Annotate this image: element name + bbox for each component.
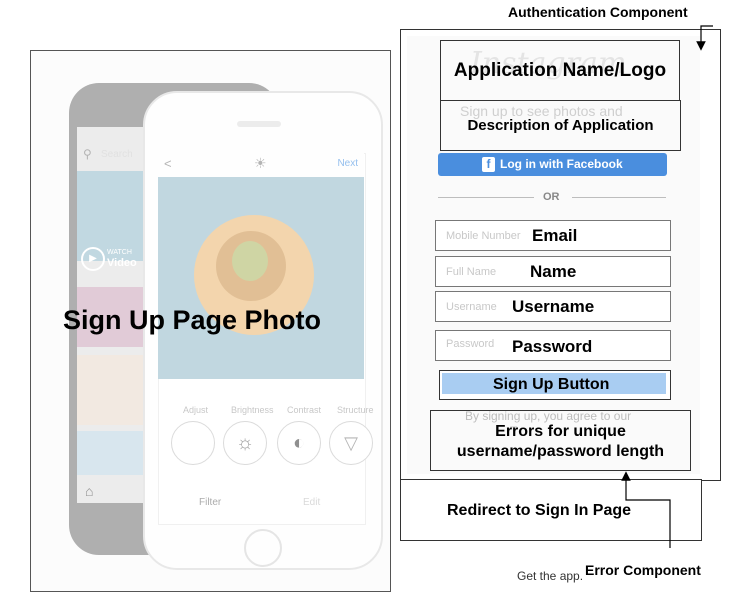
error-component-arrow: [621, 471, 671, 548]
auth-component-arrow: [696, 25, 713, 51]
callout-connectors: [621, 25, 713, 548]
